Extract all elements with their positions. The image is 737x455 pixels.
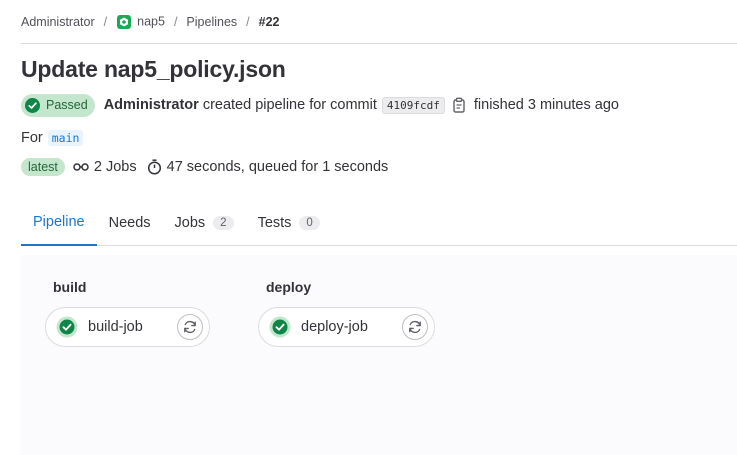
tab-needs-label: Needs bbox=[108, 215, 151, 231]
job-build[interactable]: build-job bbox=[45, 307, 210, 347]
tab-tests-label: Tests bbox=[257, 215, 292, 231]
breadcrumb-item-administrator[interactable]: Administrator bbox=[21, 15, 95, 29]
for-branch-line: For main bbox=[21, 128, 84, 148]
pipeline-meta: Passed Administrator created pipeline fo… bbox=[21, 93, 619, 117]
status-badge[interactable]: Passed bbox=[21, 93, 95, 117]
job-deploy-name: deploy-job bbox=[301, 319, 368, 335]
stage-title-deploy: deploy bbox=[266, 279, 312, 295]
for-label: For bbox=[21, 130, 43, 146]
retry-icon[interactable] bbox=[177, 314, 203, 340]
tab-tests[interactable]: Tests 0 bbox=[246, 200, 332, 246]
tab-pipeline-label: Pipeline bbox=[33, 214, 85, 230]
created-text: created pipeline for commit bbox=[202, 97, 377, 113]
breadcrumb-item-project[interactable]: nap5 bbox=[116, 14, 165, 30]
breadcrumb-item-nap5-label: nap5 bbox=[137, 13, 165, 28]
branch-link[interactable]: main bbox=[47, 130, 84, 146]
timer-icon bbox=[147, 159, 162, 175]
tab-jobs-label: Jobs bbox=[174, 215, 206, 231]
project-avatar-icon bbox=[116, 14, 132, 30]
tab-needs[interactable]: Needs bbox=[97, 200, 163, 246]
pipeline-info: latest 2 Jobs 47 seconds, queued for 1 s… bbox=[21, 156, 388, 178]
job-build-name: build-job bbox=[88, 319, 143, 335]
latest-badge: latest bbox=[21, 158, 65, 176]
check-circle-icon bbox=[25, 97, 40, 113]
jobs-count: 2 Jobs bbox=[93, 159, 137, 175]
pipeline-graph: build build-job deploy deploy-job bbox=[21, 255, 737, 455]
tab-tests-count: 0 bbox=[299, 216, 320, 230]
stage-title-build: build bbox=[53, 279, 87, 295]
tab-jobs-count: 2 bbox=[213, 216, 234, 230]
pipeline-icon bbox=[73, 160, 89, 174]
finished-text: finished 3 minutes ago bbox=[473, 97, 619, 113]
breadcrumb-separator: / bbox=[246, 14, 250, 29]
duration-text: 47 seconds, queued for 1 seconds bbox=[166, 159, 389, 175]
status-badge-label: Passed bbox=[46, 98, 88, 112]
breadcrumb-separator: / bbox=[103, 14, 108, 29]
tab-jobs[interactable]: Jobs 2 bbox=[163, 200, 246, 246]
tab-pipeline[interactable]: Pipeline bbox=[21, 200, 97, 246]
pipeline-tabs: Pipeline Needs Jobs 2 Tests 0 bbox=[21, 200, 737, 246]
check-circle-icon bbox=[269, 316, 291, 338]
breadcrumb-separator: / bbox=[173, 14, 178, 29]
breadcrumb-item-current[interactable]: #22 bbox=[259, 15, 280, 29]
check-circle-icon bbox=[56, 316, 78, 338]
retry-icon[interactable] bbox=[402, 314, 428, 340]
commit-sha[interactable]: 4109fcdf bbox=[381, 96, 445, 114]
author-link[interactable]: Administrator bbox=[104, 97, 199, 113]
clipboard-icon[interactable] bbox=[452, 97, 466, 113]
page-title: Update nap5_policy.json bbox=[21, 56, 286, 82]
job-deploy[interactable]: deploy-job bbox=[258, 307, 435, 347]
breadcrumb: Administrator / nap5 / Pipelines / #22 bbox=[21, 0, 737, 44]
breadcrumb-item-pipelines[interactable]: Pipelines bbox=[186, 15, 237, 29]
